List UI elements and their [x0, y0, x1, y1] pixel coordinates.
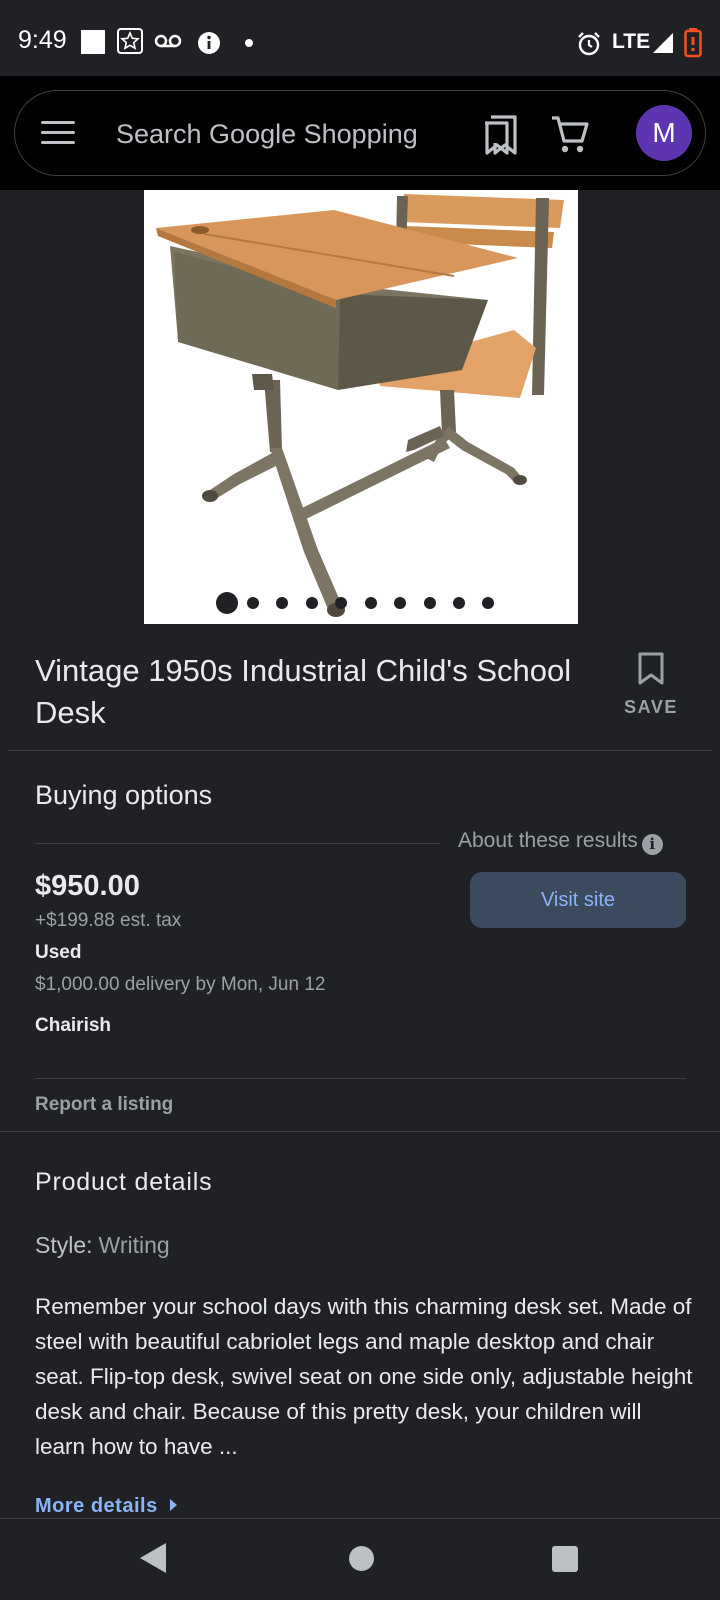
- product-title: Vintage 1950s Industrial Child's School …: [35, 653, 572, 730]
- status-bar: 9:49 LTE: [0, 0, 720, 76]
- info-icon: [198, 32, 220, 54]
- condition: Used: [35, 942, 82, 963]
- carousel-dot[interactable]: [216, 592, 238, 614]
- product-details-heading: Product details: [35, 1168, 213, 1196]
- report-listing-link[interactable]: Report a listing: [35, 1094, 173, 1116]
- back-icon[interactable]: [140, 1543, 166, 1573]
- divider: [35, 843, 440, 844]
- divider: [8, 750, 712, 751]
- image-carousel-dots: [144, 592, 578, 614]
- buying-options-heading: Buying options: [35, 780, 213, 810]
- merchant-name[interactable]: Chairish: [35, 1015, 111, 1037]
- carousel-dot[interactable]: [482, 597, 494, 609]
- status-time: 9:49: [18, 26, 67, 54]
- tax-estimate: +$199.88 est. tax: [35, 910, 182, 931]
- save-button[interactable]: SAVE: [620, 652, 682, 718]
- alarm-icon: [578, 32, 600, 56]
- divider: [35, 1078, 686, 1079]
- style-key: Style:: [35, 1232, 93, 1258]
- cart-icon[interactable]: [550, 113, 590, 155]
- home-icon[interactable]: [349, 1546, 374, 1571]
- signal-icon: [653, 33, 673, 53]
- voicemail-icon: [154, 34, 182, 48]
- carousel-dot[interactable]: [306, 597, 318, 609]
- divider: [0, 1131, 720, 1132]
- search-bar[interactable]: Search Google Shopping M: [14, 90, 706, 176]
- visit-site-button[interactable]: Visit site: [470, 872, 686, 928]
- save-label: SAVE: [624, 697, 678, 717]
- search-input[interactable]: Search Google Shopping: [116, 119, 418, 150]
- carousel-dot[interactable]: [276, 597, 288, 609]
- style-value: Writing: [98, 1232, 170, 1258]
- carousel-dot[interactable]: [453, 597, 465, 609]
- school-desk-image: [156, 194, 564, 617]
- carousel-dot[interactable]: [424, 597, 436, 609]
- about-results-label: About these results: [458, 829, 638, 852]
- chevron-right-icon: [169, 1499, 177, 1511]
- network-type: LTE: [612, 30, 651, 53]
- recent-apps-icon[interactable]: [552, 1546, 578, 1572]
- bookmark-icon: [638, 652, 664, 685]
- carousel-dot[interactable]: [365, 597, 377, 609]
- product-description: Remember your school days with this char…: [35, 1294, 693, 1459]
- about-results-link[interactable]: About these results i: [458, 829, 663, 855]
- battery-icon: [684, 28, 702, 58]
- white-square-icon: [81, 30, 105, 54]
- app-header: Search Google Shopping M: [0, 76, 720, 190]
- menu-icon[interactable]: [41, 121, 75, 145]
- carousel-dot[interactable]: [247, 597, 259, 609]
- carousel-dot[interactable]: [394, 597, 406, 609]
- style-attribute: Style: Writing: [35, 1232, 170, 1259]
- avatar[interactable]: M: [636, 105, 692, 161]
- price: $950.00: [35, 870, 140, 902]
- delivery-info: $1,000.00 delivery by Mon, Jun 12: [35, 974, 326, 995]
- star-notification-icon: [117, 28, 143, 54]
- more-details-label: More details: [35, 1495, 158, 1517]
- product-image[interactable]: [144, 190, 578, 624]
- dot-icon: [245, 39, 253, 47]
- info-icon: i: [641, 834, 663, 855]
- shopping-list-icon[interactable]: [481, 113, 521, 157]
- carousel-dot[interactable]: [335, 597, 347, 609]
- more-details-link[interactable]: More details: [35, 1495, 177, 1518]
- system-nav-bar: [0, 1518, 720, 1600]
